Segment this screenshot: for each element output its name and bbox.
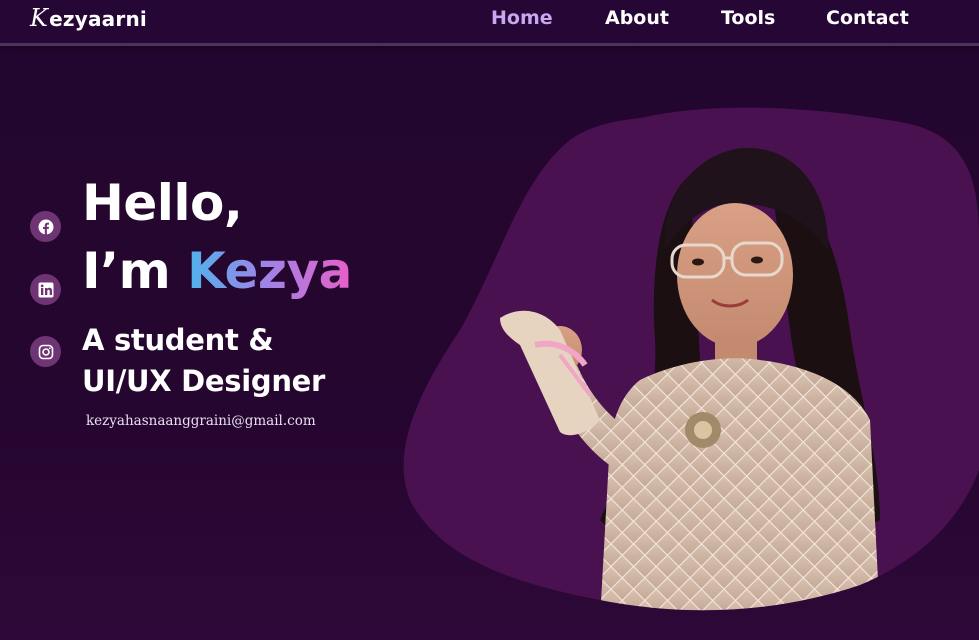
facebook-icon bbox=[38, 219, 53, 234]
linkedin-icon bbox=[38, 282, 53, 297]
hero-greeting: Hello, bbox=[82, 174, 243, 232]
hero-role: A student & UI/UX Designer bbox=[82, 320, 325, 402]
profile-photo bbox=[500, 147, 880, 611]
logo-text: ezyaarni bbox=[49, 7, 147, 31]
nav-about-link[interactable]: About bbox=[605, 5, 669, 31]
navbar: K ezyaarni Home About Tools Contact bbox=[0, 0, 979, 46]
contact-email[interactable]: kezyahasnaanggraini@gmail.com bbox=[86, 411, 316, 431]
nav-home-link[interactable]: Home bbox=[491, 5, 553, 31]
nav-tools-link[interactable]: Tools bbox=[721, 5, 775, 31]
instagram-icon bbox=[38, 344, 53, 359]
brand-logo[interactable]: K ezyaarni bbox=[30, 4, 147, 34]
hero-intro-prefix: I’m bbox=[82, 242, 188, 300]
facebook-link[interactable] bbox=[30, 211, 61, 242]
hero-name: Kezya bbox=[187, 242, 352, 300]
hero-blob bbox=[403, 107, 979, 611]
instagram-link[interactable] bbox=[30, 336, 61, 367]
hero-intro: I’m Kezya bbox=[82, 240, 352, 302]
hero-role-line1: A student & bbox=[82, 323, 274, 357]
nav-contact-link[interactable]: Contact bbox=[826, 5, 909, 31]
linkedin-link[interactable] bbox=[30, 274, 61, 305]
hero-role-line2: UI/UX Designer bbox=[82, 364, 326, 398]
logo-initial: K bbox=[30, 4, 49, 32]
